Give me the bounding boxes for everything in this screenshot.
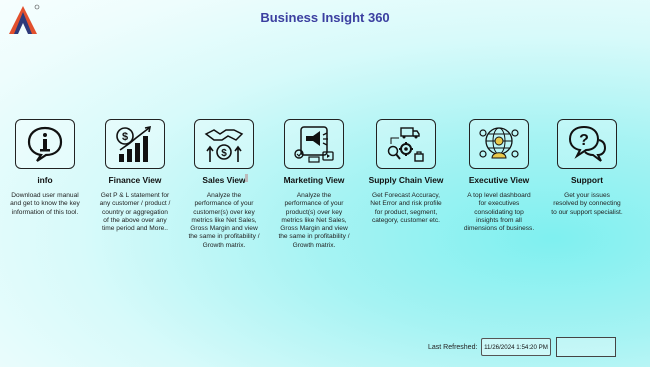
resize-handle[interactable] xyxy=(245,174,248,182)
info-icon xyxy=(27,126,63,162)
tile-label: Supply Chain View xyxy=(368,175,444,185)
page-title: Business Insight 360 xyxy=(260,10,390,25)
sales-icon: $ xyxy=(204,129,244,162)
tile-sales-view[interactable]: $ Sales View Analyze the performance of … xyxy=(184,119,264,250)
svg-text:?: ? xyxy=(579,132,589,149)
tile-finance-view[interactable]: $ Finance View Get P & L statement for a… xyxy=(95,119,175,233)
tile-description: A top level dashboard for executives con… xyxy=(463,192,535,233)
svg-text:$: $ xyxy=(122,131,128,143)
marketing-icon xyxy=(294,126,334,163)
tile-description: Analyze the performance of your customer… xyxy=(188,192,260,249)
tile-label: info xyxy=(37,175,53,185)
tile-label: Sales View xyxy=(202,175,246,185)
tile-description: Get P & L statement for any customer / p… xyxy=(99,192,171,233)
marketing-view-button[interactable] xyxy=(284,119,344,169)
executive-view-button[interactable] xyxy=(469,119,529,169)
tile-support[interactable]: ? Support Get your issues resolved by co… xyxy=(547,119,627,217)
supply-chain-icon xyxy=(387,127,424,162)
tile-supply-chain-view[interactable]: Supply Chain View Get Forecast Accuracy,… xyxy=(366,119,446,225)
svg-text:$: $ xyxy=(221,148,227,159)
supply-chain-view-button[interactable] xyxy=(376,119,436,169)
tile-info[interactable]: info Download user manual and get to kno… xyxy=(5,119,85,217)
support-icon: ? xyxy=(568,125,607,162)
tile-label: Finance View xyxy=(108,175,162,185)
tile-description: Get Forecast Accuracy, Net Error and ris… xyxy=(370,192,442,224)
info-button[interactable] xyxy=(15,119,75,169)
last-refreshed-value: 11/26/2024 1:54:20 PM xyxy=(481,338,551,356)
tile-label: Support xyxy=(570,175,604,185)
tile-description: Download user manual and get to know the… xyxy=(10,192,80,216)
finance-icon: $ xyxy=(116,125,152,162)
refresh-box[interactable] xyxy=(556,337,616,357)
sales-view-button[interactable]: $ xyxy=(194,119,254,169)
last-refreshed-label: Last Refreshed: xyxy=(428,344,478,351)
finance-view-button[interactable]: $ xyxy=(105,119,165,169)
tile-label: Marketing View xyxy=(283,175,345,185)
tile-executive-view[interactable]: Executive View A top level dashboard for… xyxy=(459,119,539,233)
tile-description: Analyze the performance of your product(… xyxy=(278,192,350,249)
tile-marketing-view[interactable]: Marketing View Analyze the performance o… xyxy=(274,119,354,250)
tile-label: Executive View xyxy=(468,175,530,185)
support-button[interactable]: ? xyxy=(557,119,617,169)
executive-icon xyxy=(479,127,519,159)
tile-description: Get your issues resolved by connecting t… xyxy=(551,192,623,216)
